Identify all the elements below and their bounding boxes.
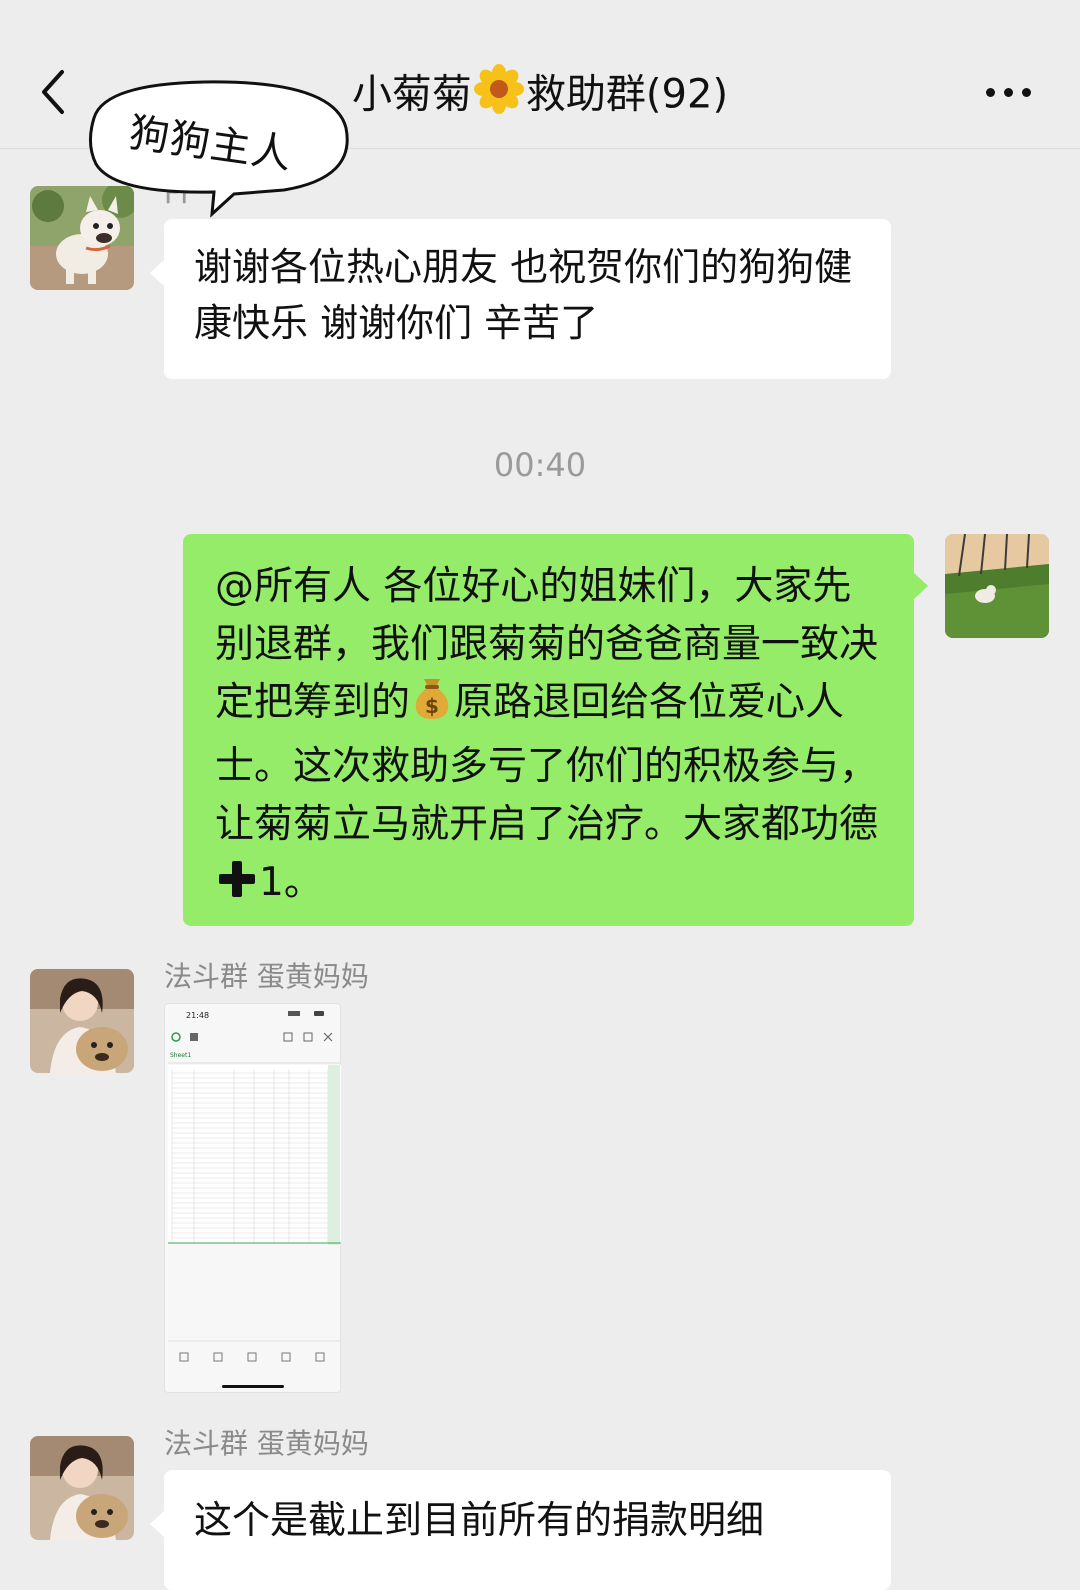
message-text: 1。 (259, 860, 323, 905)
dot-icon (986, 88, 995, 97)
self-message-bubble[interactable]: @所有人 各位好心的姐妹们，大家先别退群，我们跟菊菊的爸爸商量一致决定把筹到的 … (183, 534, 928, 926)
sender-name: 法斗群 蛋黄妈妈 (164, 1427, 369, 1460)
dot-icon (1004, 88, 1013, 97)
more-options-button[interactable] (978, 78, 1038, 108)
dot-icon (1022, 88, 1031, 97)
timestamp: 00:40 (493, 446, 587, 484)
avatar-danhuang-mama[interactable] (30, 1436, 134, 1540)
svg-text:$: $ (425, 694, 439, 718)
message-bubble[interactable]: 这个是截止到目前所有的捐款明细 (150, 1470, 891, 1590)
plus-icon (215, 857, 259, 918)
spreadsheet-thumbnail (168, 1011, 341, 1388)
sender-name: 法斗群 蛋黄妈妈 (164, 960, 369, 993)
message-text: 这个是截止到目前所有的捐款明细 (194, 1498, 765, 1542)
avatar-danhuang-mama[interactable] (30, 969, 134, 1073)
avatar-self[interactable] (945, 534, 1049, 638)
chat-title-part2: 救助群(92) (525, 71, 729, 118)
message-text: 谢谢各位热心朋友 也祝贺你们的狗狗健康快乐 谢谢你们 辛苦了 (194, 245, 853, 345)
sunflower-icon (473, 64, 524, 129)
donation-spreadsheet-image[interactable]: 21:48 Sheet1 (164, 1003, 341, 1393)
message-bubble[interactable]: 谢谢各位热心朋友 也祝贺你们的狗狗健康快乐 谢谢你们 辛苦了 (150, 219, 891, 379)
money-bag-icon: $ (410, 675, 454, 738)
